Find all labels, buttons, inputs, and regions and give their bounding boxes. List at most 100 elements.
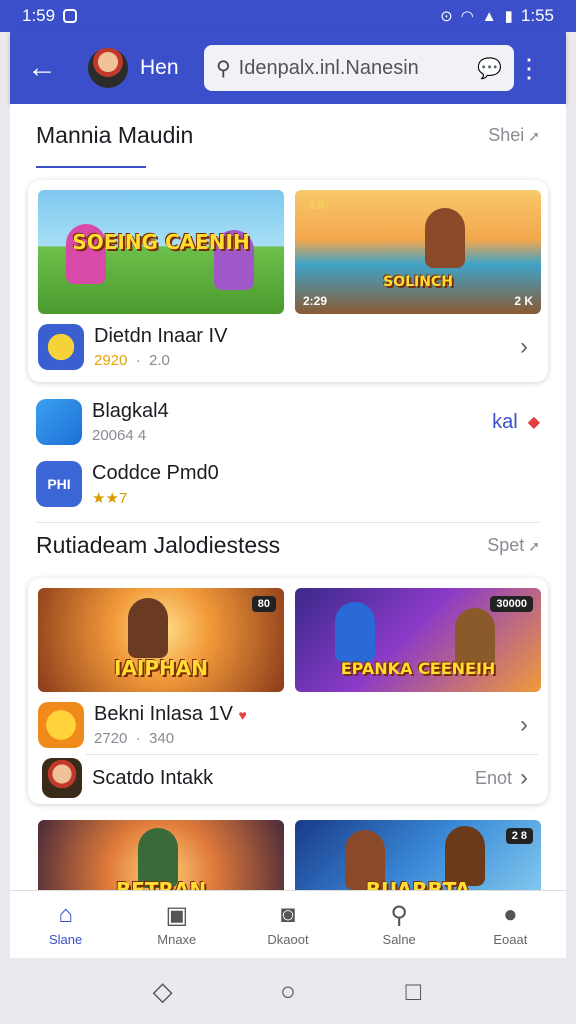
section-underline — [36, 166, 146, 168]
app-row-action[interactable]: Enot — [475, 768, 512, 789]
heart-icon: ♥ — [238, 707, 247, 723]
game-title-art: SOEING CAENIH — [72, 230, 250, 254]
search-bar[interactable]: ⚲ Idenpalx.inl.Nanesin 💬 — [204, 45, 514, 91]
bottom-tab-bar: ⌂ Slane ▣ Mnaxe ◙ Dkaoot ⚲ Salne ● Eoaat — [10, 890, 566, 958]
game-thumbnail[interactable]: BETRAN — [38, 820, 284, 890]
section-header: Mannia Maudin Shei ➚ — [36, 122, 540, 149]
app-meta: 2920 · 2.0 — [94, 352, 170, 369]
game-title-art: EPANKA CEENEIH — [340, 659, 496, 678]
list-item[interactable]: Blagkal4 20064 4 kal ◆ — [36, 394, 540, 450]
chevron-right-icon[interactable]: › — [520, 711, 528, 739]
divider — [36, 522, 540, 523]
app-title: Hen — [140, 56, 179, 79]
system-nav-bar: ◇ ○ □ — [0, 958, 576, 1024]
tab-label: Mnaxe — [157, 931, 197, 947]
section-title: Mannia Maudin — [36, 122, 194, 148]
score-badge: 30000 — [490, 596, 533, 612]
app-meta: 2720 · 340 — [94, 730, 175, 747]
score-badge: 2 8 — [309, 200, 325, 212]
home-nav-icon[interactable]: ○ — [258, 976, 318, 1007]
game-thumbnail[interactable]: 80 IAIPHAN — [38, 588, 284, 692]
character-figure — [425, 208, 465, 268]
list-item-text: Blagkal4 20064 4 — [92, 400, 492, 444]
game-thumbnail[interactable]: 2 8 BUARBTA — [295, 820, 541, 890]
game-title-art: BETRAN — [115, 878, 207, 890]
tab-home[interactable]: ⌂ Slane — [16, 901, 116, 949]
featured-card: SOEING CAENIH 2 8 SOLINCH 2:29 2 K Dietd… — [28, 180, 548, 382]
avatar[interactable] — [88, 48, 128, 88]
character-figure — [445, 826, 485, 886]
search-icon: ⚲ — [216, 57, 231, 80]
see-all-link[interactable]: Spet ➚ — [487, 535, 540, 556]
battery-icon: ▮ — [504, 8, 513, 25]
more-options-icon[interactable]: ⋮ — [516, 53, 542, 84]
chevron-right-icon[interactable]: › — [520, 333, 528, 361]
tab-label: Salne — [382, 931, 416, 947]
app-name: Dietdn Inaar IV — [94, 325, 228, 347]
recents-nav-icon[interactable]: □ — [383, 976, 443, 1007]
list-item-name: Blagkal4 — [92, 400, 169, 422]
app-icon — [38, 324, 84, 370]
game-thumbnail[interactable]: 30000 EPANKA CEENEIH — [295, 588, 541, 692]
status-bar: 1:59 ⊙ ◠ ▲ ▮ 1:55 — [0, 0, 576, 32]
section-title: Rutiadeam Jalodiestess — [36, 532, 281, 558]
thumbnail-art — [295, 190, 541, 314]
list-item[interactable]: PHI Coddce Pmd0 ★★7 — [36, 456, 540, 512]
app-name: Scatdo Intakk — [92, 766, 214, 789]
see-all-link[interactable]: Shei ➚ — [488, 125, 540, 146]
featured-card: 80 IAIPHAN 30000 EPANKA CEENEIH Bekni In… — [28, 578, 548, 804]
character-figure — [128, 598, 168, 658]
tab-label: Dkaoot — [267, 931, 309, 947]
list-item-name: Coddce Pmd0 — [92, 461, 219, 484]
app-bar: ← Hen ⚲ Idenpalx.inl.Nanesin 💬 ⋮ — [10, 32, 566, 104]
game-thumbnail[interactable]: 2 8 SOLINCH 2:29 2 K — [295, 190, 541, 314]
tab-label: Eoaat — [493, 931, 528, 947]
status-right: ⊙ ◠ ▲ ▮ 1:55 — [440, 6, 554, 26]
corner-label: 2:29 — [303, 294, 328, 308]
diamond-icon: ◆ — [527, 414, 540, 431]
signal-icon: ▲ — [481, 7, 497, 25]
list-item-text: Coddce Pmd0 ★★7 — [92, 462, 540, 507]
list-item-action[interactable]: kal — [492, 411, 518, 434]
section-header: Rutiadeam Jalodiestess Spet ➚ — [36, 532, 540, 559]
map-pin-icon — [36, 399, 82, 445]
corner-label: 2 K — [514, 294, 533, 308]
character-figure — [335, 602, 375, 662]
back-arrow-icon[interactable]: ← — [22, 51, 62, 85]
home-icon: ⌂ — [58, 900, 73, 928]
app-row[interactable]: Scatdo Intakk Enot › — [38, 754, 538, 802]
game-title-art: IAIPHAN — [114, 656, 208, 680]
search-input[interactable]: Idenpalx.inl.Nanesin — [239, 57, 469, 80]
tab-profile[interactable]: ● Eoaat — [460, 901, 560, 949]
media-icon: ◙ — [280, 900, 296, 928]
game-thumbnail[interactable]: SOEING CAENIH — [38, 190, 284, 314]
app-meta-secondary: 2.0 — [149, 352, 170, 369]
score-badge: 80 — [251, 596, 276, 612]
nfc-icon: ⊙ — [440, 8, 453, 25]
app-row-text: Scatdo Intakk — [92, 767, 475, 790]
game-title-art: SOLINCH — [383, 274, 453, 290]
list-item-rating: ★★7 — [92, 489, 128, 507]
back-nav-icon[interactable]: ◇ — [133, 976, 193, 1007]
profile-icon: ● — [503, 900, 518, 928]
tab-search[interactable]: ⚲ Salne — [349, 901, 449, 949]
score-badge: 2 8 — [505, 828, 533, 844]
app-row[interactable]: Dietdn Inaar IV 2920 · 2.0 › — [38, 320, 538, 374]
app-meta-secondary: 340 — [149, 730, 175, 747]
chat-bubble-icon[interactable]: 💬 — [477, 56, 502, 81]
tab-news[interactable]: ▣ Mnaxe — [127, 901, 227, 949]
app-meta-primary: 2920 — [94, 352, 128, 369]
list-item-meta: 20064 4 — [92, 427, 147, 444]
app-icon — [42, 758, 82, 798]
app-row-text: Bekni Inlasa 1V ♥ 2720 · 340 — [94, 703, 520, 747]
main-content: Mannia Maudin Shei ➚ SOEING CAENIH 2 8 SO… — [10, 104, 566, 890]
app-name: Bekni Inlasa 1V ♥ — [94, 703, 520, 726]
tab-media[interactable]: ◙ Dkaoot — [238, 901, 338, 949]
app-icon — [38, 702, 84, 748]
chevron-right-icon[interactable]: › — [520, 764, 528, 792]
wifi-icon: ◠ — [460, 8, 474, 25]
app-row-text: Dietdn Inaar IV 2920 · 2.0 — [94, 325, 520, 369]
arrow-icon: ➚ — [528, 538, 540, 554]
app-row[interactable]: Bekni Inlasa 1V ♥ 2720 · 340 › — [38, 698, 538, 752]
see-all-label: Spet — [487, 535, 525, 555]
